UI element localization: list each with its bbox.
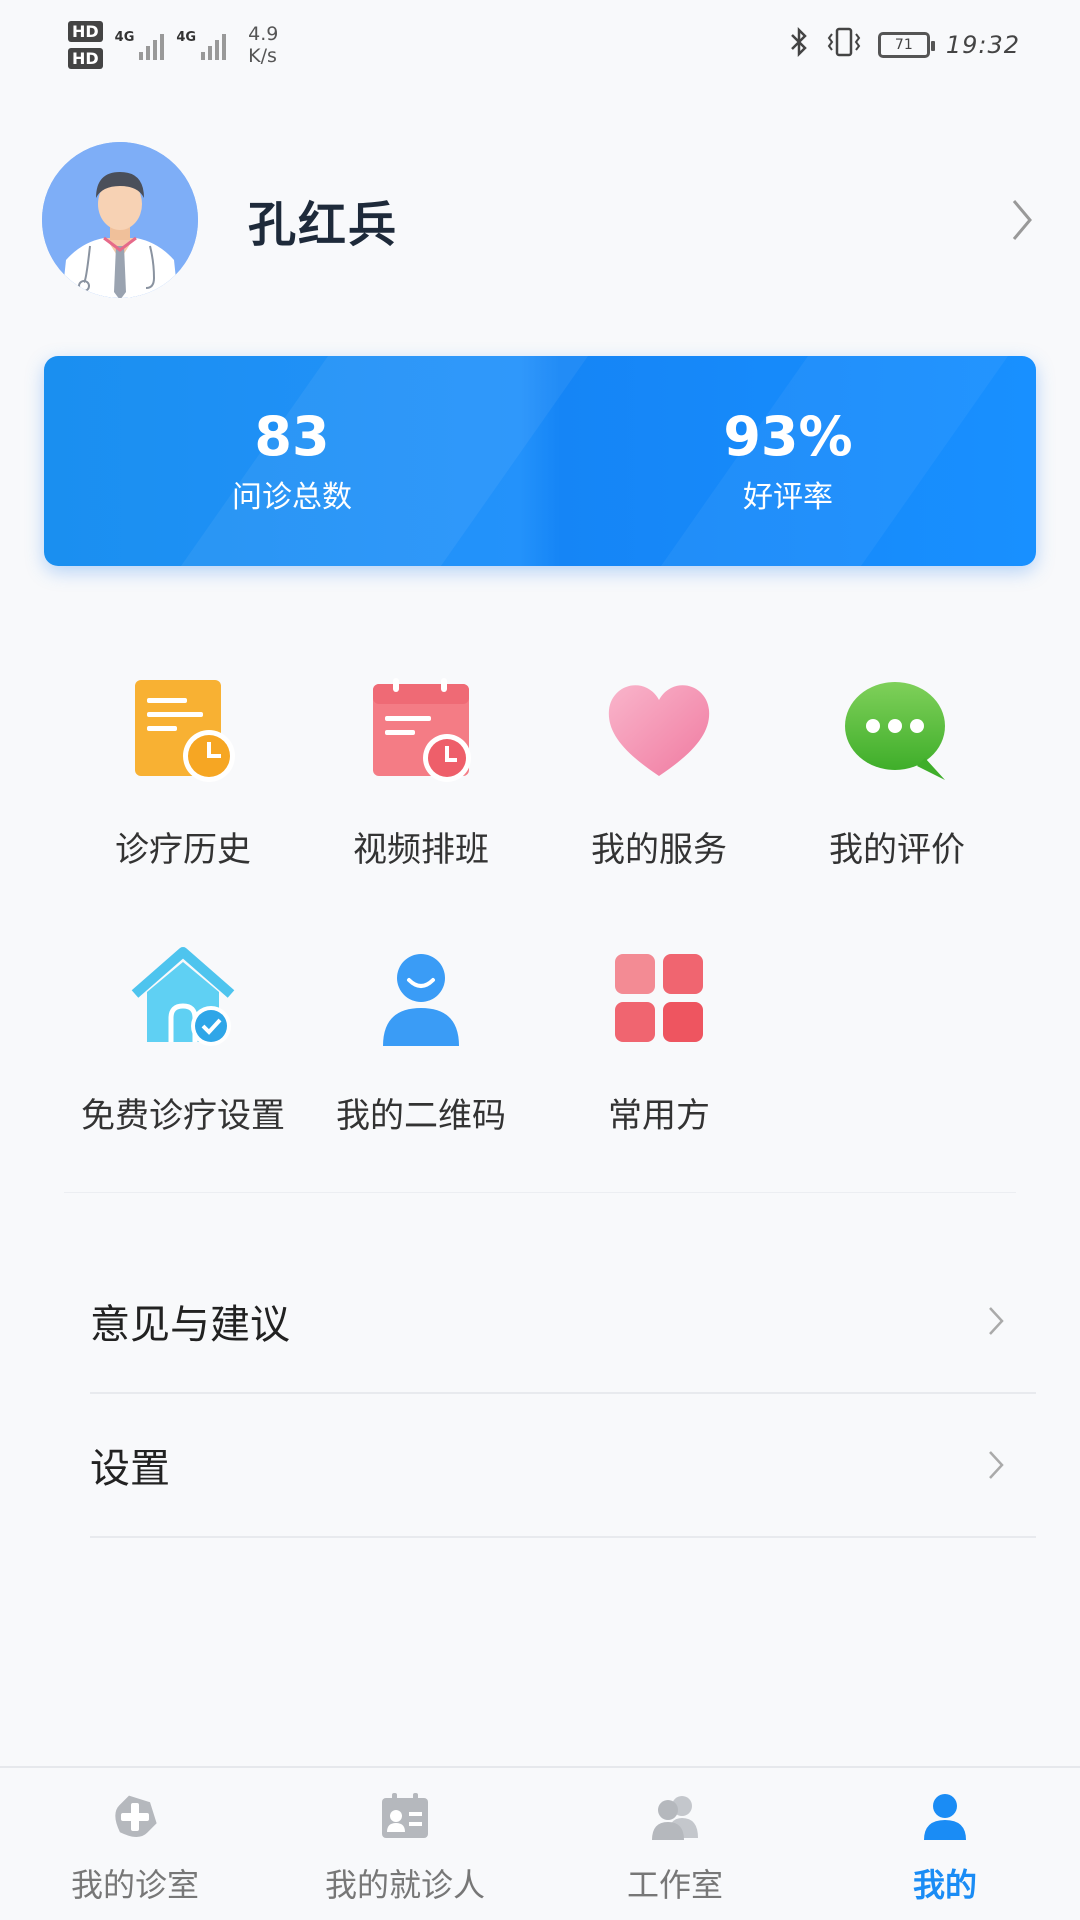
nav-tab-studio[interactable]: 工作室 xyxy=(540,1768,810,1920)
chevron-right-icon xyxy=(989,1451,1004,1479)
settings-menu: 意见与建议 设置 xyxy=(90,1250,1036,1538)
stats-card: 83 问诊总数 93% 好评率 xyxy=(44,356,1036,566)
profile-row[interactable]: 孔红兵 xyxy=(42,142,1038,298)
network-speed: 4.9 K/s xyxy=(248,23,278,67)
grid-row: 诊疗历史 视频排班 我的服务 我的评价 xyxy=(64,676,1016,942)
stat-label: 好评率 xyxy=(743,480,833,515)
nav-tab-my-clinic[interactable]: 我的诊室 xyxy=(0,1768,270,1920)
bluetooth-icon xyxy=(788,26,810,64)
status-bar-right: 71 19:32 xyxy=(788,26,1020,64)
menu-label: 意见与建议 xyxy=(90,1302,290,1348)
stat-label: 问诊总数 xyxy=(232,480,352,515)
section-divider xyxy=(64,1192,1016,1193)
avatar[interactable] xyxy=(42,142,198,298)
stat-value: 93% xyxy=(723,405,853,468)
battery-icon: 71 xyxy=(877,32,935,58)
user-icon xyxy=(918,1790,972,1844)
chat-bubble-icon xyxy=(841,676,953,788)
menu-item-feedback[interactable]: 意见与建议 xyxy=(90,1250,1036,1394)
grid-label: 视频排班 xyxy=(353,830,489,870)
group-icon xyxy=(648,1790,702,1844)
nav-label: 我的就诊人 xyxy=(324,1866,485,1904)
plus-shield-icon xyxy=(108,1790,162,1844)
feature-grid: 诊疗历史 视频排班 我的服务 我的评价 免费诊疗设置 我的二维码 常用方 xyxy=(64,676,1016,1208)
speed-value: 4.9 xyxy=(248,23,279,45)
grid-label: 诊疗历史 xyxy=(115,830,251,870)
grid-squares-icon xyxy=(603,942,715,1054)
stat-value: 83 xyxy=(254,405,330,468)
contact-card-icon xyxy=(378,1790,432,1844)
grid-item-video-schedule[interactable]: 视频排班 xyxy=(302,676,540,942)
hd2-badge: HD xyxy=(68,48,103,69)
grid-item-my-reviews[interactable]: 我的评价 xyxy=(778,676,1016,942)
grid-row: 免费诊疗设置 我的二维码 常用方 xyxy=(64,942,1016,1208)
status-bar: HD HD 4G 4G 4.9 K/s 71 19:32 xyxy=(0,0,1080,90)
status-bar-left: HD HD 4G 4G 4.9 K/s xyxy=(68,21,278,69)
doctor-name: 孔红兵 xyxy=(248,197,399,253)
clock: 19:32 xyxy=(945,31,1020,59)
doctor-avatar-icon xyxy=(42,142,198,298)
grid-item-qr-code[interactable]: 我的二维码 xyxy=(302,942,540,1208)
speed-unit: K/s xyxy=(248,45,277,67)
bottom-nav: 我的诊室 我的就诊人 工作室 我的 xyxy=(0,1766,1080,1920)
signal-1-icon: 4G xyxy=(115,30,165,60)
stat-rating[interactable]: 93% 好评率 xyxy=(540,356,1036,566)
nav-tab-me[interactable]: 我的 xyxy=(810,1768,1080,1920)
clipboard-clock-icon xyxy=(127,676,239,788)
vibrate-icon xyxy=(826,26,862,64)
chevron-right-icon[interactable] xyxy=(1008,195,1038,245)
hd-indicators: HD HD xyxy=(68,21,103,69)
grid-label: 我的服务 xyxy=(591,830,727,870)
nav-label: 我的诊室 xyxy=(70,1866,199,1904)
net2-label: 4G xyxy=(176,30,197,45)
grid-label: 我的评价 xyxy=(829,830,965,870)
grid-label: 我的二维码 xyxy=(336,1096,506,1136)
grid-item-common-prescriptions[interactable]: 常用方 xyxy=(540,942,778,1208)
person-icon xyxy=(365,942,477,1054)
house-check-icon xyxy=(127,942,239,1054)
net1-label: 4G xyxy=(114,30,135,45)
stat-consultations[interactable]: 83 问诊总数 xyxy=(44,356,540,566)
grid-item-history[interactable]: 诊疗历史 xyxy=(64,676,302,942)
menu-label: 设置 xyxy=(90,1446,170,1492)
nav-label: 工作室 xyxy=(626,1866,723,1904)
grid-item-my-services[interactable]: 我的服务 xyxy=(540,676,778,942)
heart-icon xyxy=(603,676,715,788)
signal-2-icon: 4G xyxy=(176,30,227,60)
grid-item-free-consult-settings[interactable]: 免费诊疗设置 xyxy=(64,942,302,1208)
nav-tab-my-patients[interactable]: 我的就诊人 xyxy=(270,1768,540,1920)
hd1-badge: HD xyxy=(68,21,103,42)
menu-item-settings[interactable]: 设置 xyxy=(90,1394,1036,1538)
chevron-right-icon xyxy=(989,1307,1004,1335)
battery-level: 71 xyxy=(894,37,913,53)
calendar-clock-icon xyxy=(365,676,477,788)
nav-label: 我的 xyxy=(912,1866,977,1904)
grid-label: 免费诊疗设置 xyxy=(81,1096,285,1136)
grid-label: 常用方 xyxy=(608,1096,710,1136)
